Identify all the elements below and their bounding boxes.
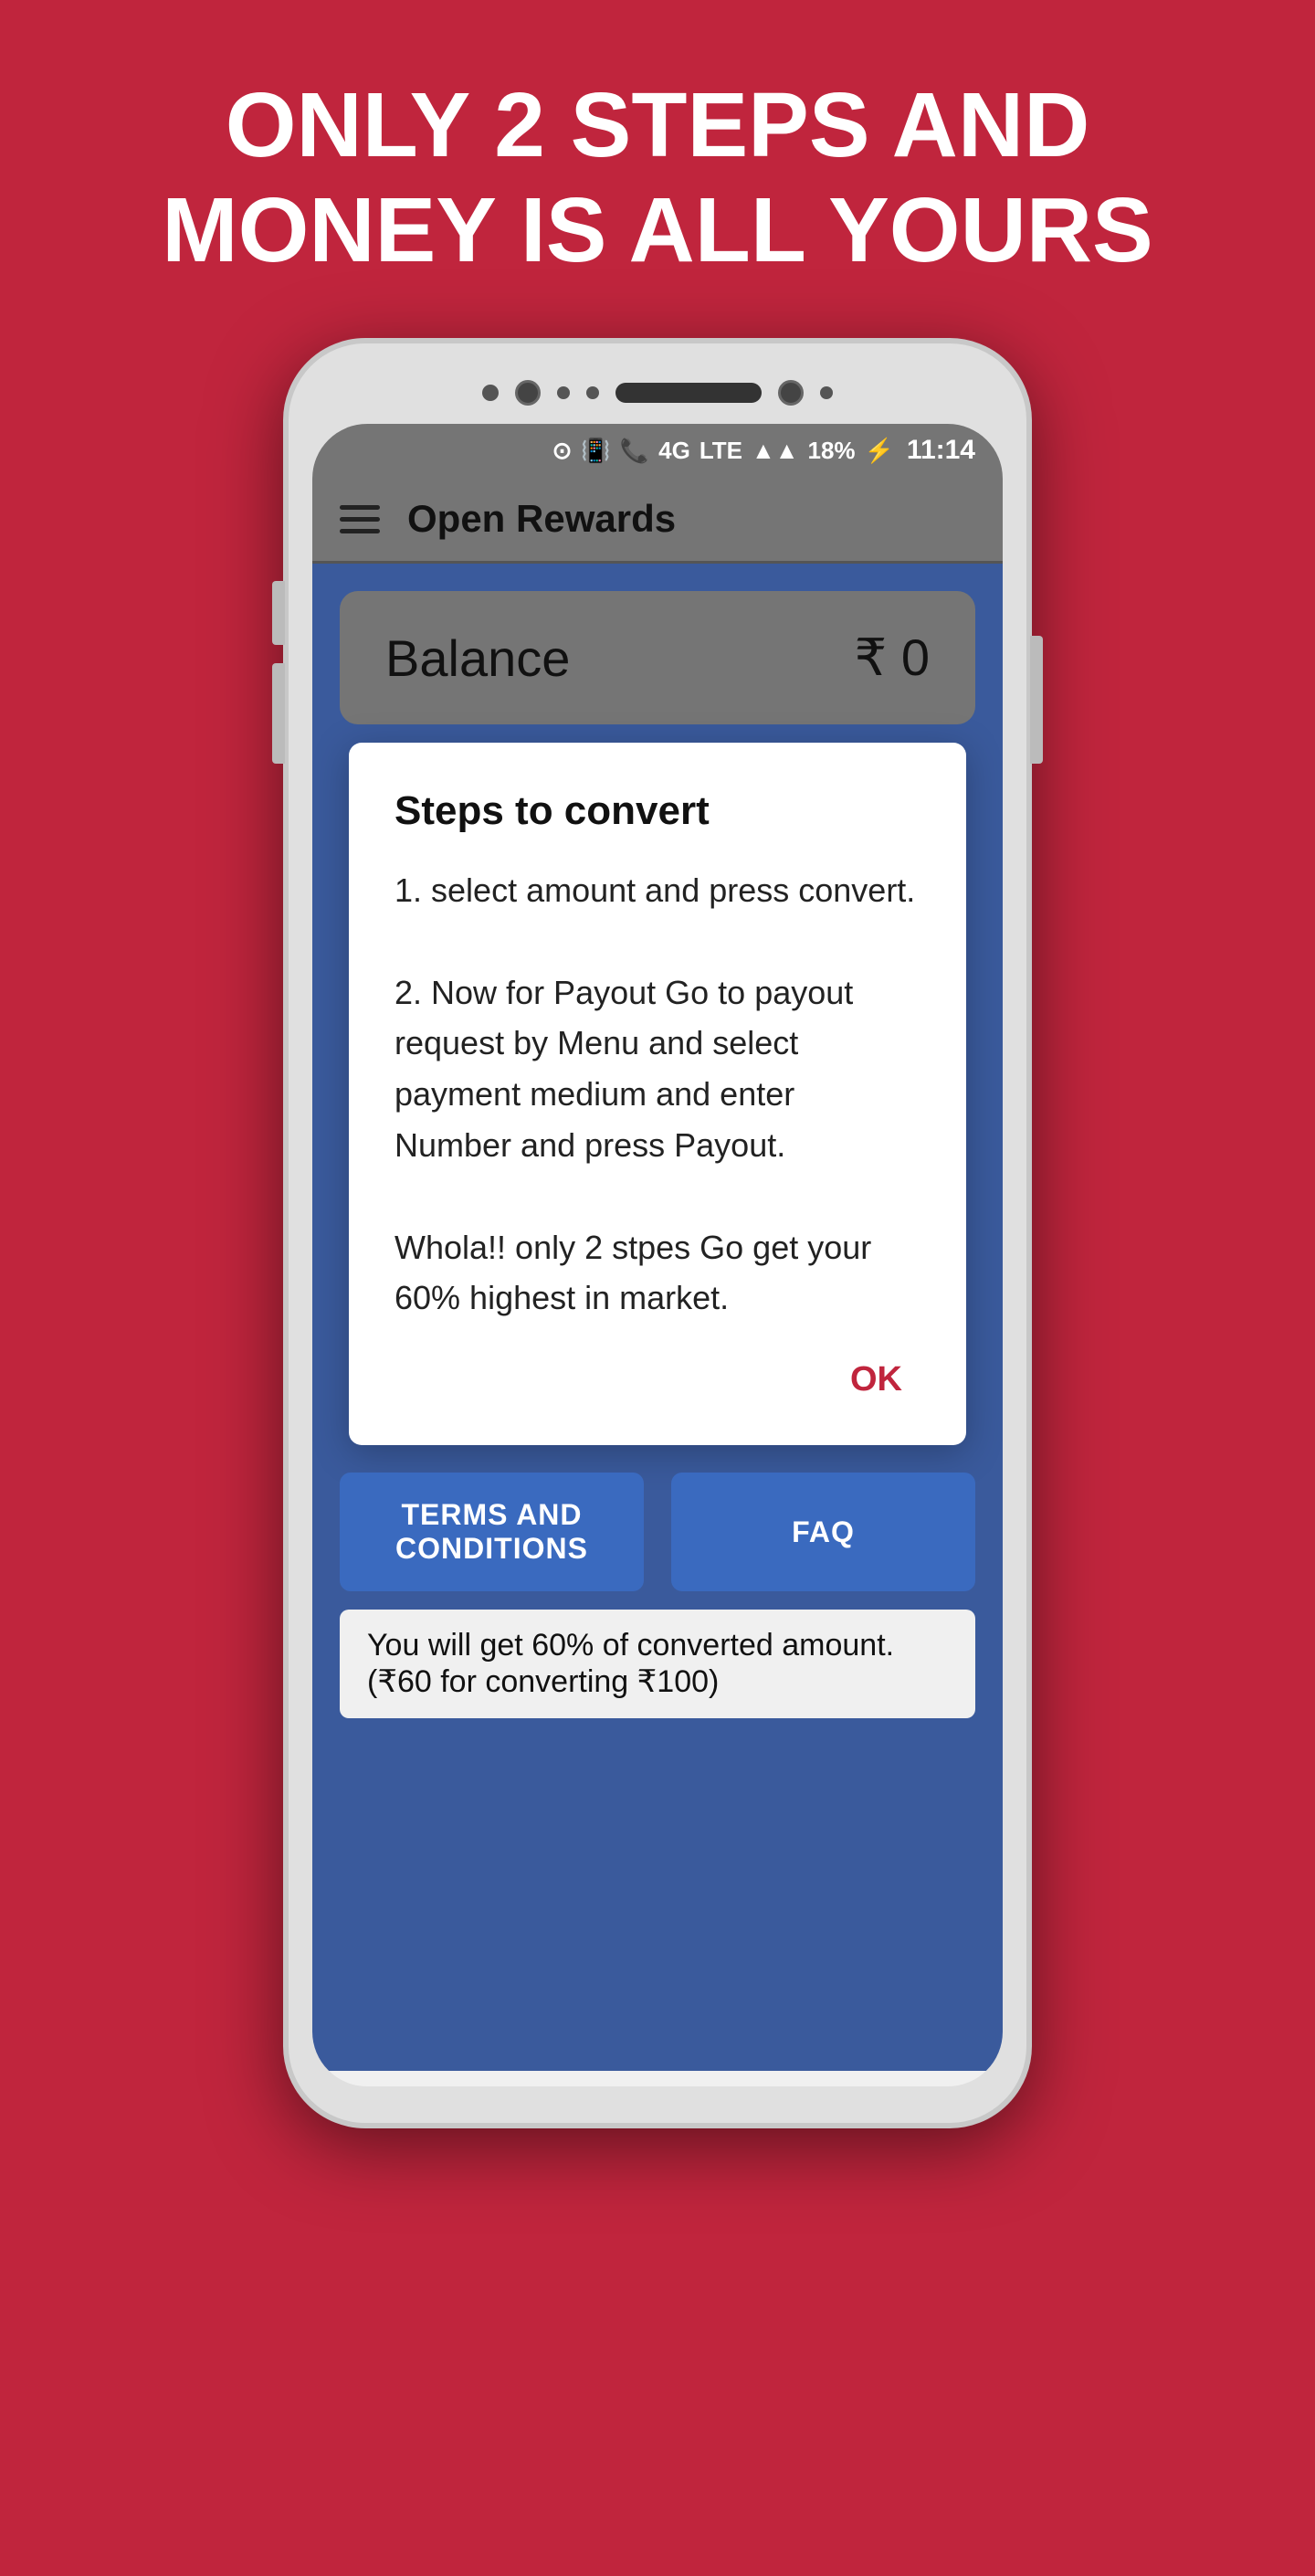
footer-note: You will get 60% of converted amount.(₹6… <box>340 1610 975 1718</box>
balance-card: Balance ₹ 0 <box>340 591 975 724</box>
bottom-buttons: TERMS AND CONDITIONS FAQ <box>340 1473 975 1591</box>
status-bar: ⊙ 📳 📞 4G LTE ▲▲ 18% ⚡ 11:14 <box>312 424 1003 477</box>
status-icons: ⊙ 📳 📞 4G LTE ▲▲ 18% ⚡ <box>552 437 894 465</box>
battery-percent: 18% <box>808 437 856 465</box>
hamburger-line-3 <box>340 529 380 533</box>
dialog-ok-button[interactable]: OK <box>832 1351 920 1409</box>
phone-side-left-buttons <box>272 581 285 764</box>
phone-side-right-button <box>1030 636 1043 764</box>
lte-icon: LTE <box>700 437 742 465</box>
phone-top-bar <box>312 371 1003 415</box>
dialog-ok-row: OK <box>394 1351 920 1409</box>
balance-label: Balance <box>385 628 570 688</box>
network-4g-icon: 4G <box>658 437 690 465</box>
sensor-dot-far <box>586 386 599 399</box>
call-icon: 📞 <box>620 437 649 465</box>
status-time: 11:14 <box>907 435 975 466</box>
dialog-step1: 1. select amount and press convert. <box>394 871 915 909</box>
volume-up-button[interactable] <box>272 581 285 645</box>
hamburger-menu-button[interactable] <box>340 505 380 533</box>
phone-speaker <box>615 383 762 403</box>
wifi-icon: ⊙ <box>552 437 573 465</box>
phone-shell: ⊙ 📳 📞 4G LTE ▲▲ 18% ⚡ 11:14 Op <box>283 338 1032 2128</box>
faq-button[interactable]: FAQ <box>671 1473 975 1591</box>
sensor-dot-right <box>557 386 570 399</box>
sensor-dot-left <box>482 385 499 401</box>
balance-amount: ₹ 0 <box>855 628 930 688</box>
dialog-step2: 2. Now for Payout Go to payout request b… <box>394 974 853 1164</box>
hamburger-line-2 <box>340 517 380 522</box>
front-camera <box>515 380 541 406</box>
vibrate-icon: 📳 <box>581 437 610 465</box>
steps-dialog: Steps to convert 1. select amount and pr… <box>349 743 966 1445</box>
battery-charging-icon: ⚡ <box>865 437 894 465</box>
volume-down-button[interactable] <box>272 663 285 764</box>
sensor-flash <box>820 386 833 399</box>
app-content: Balance ₹ 0 Steps to convert 1. select a… <box>312 564 1003 2071</box>
dialog-note: Whola!! only 2 stpes Go get your 60% hig… <box>394 1229 871 1317</box>
app-title: Open Rewards <box>407 497 676 541</box>
camera-front-main <box>778 380 804 406</box>
dialog-title: Steps to convert <box>394 788 920 834</box>
signal-icon: ▲▲ <box>752 437 798 465</box>
terms-and-conditions-button[interactable]: TERMS AND CONDITIONS <box>340 1473 644 1591</box>
hamburger-line-1 <box>340 505 380 510</box>
dialog-body: 1. select amount and press convert. 2. N… <box>394 865 920 1324</box>
phone-wrapper: ⊙ 📳 📞 4G LTE ▲▲ 18% ⚡ 11:14 Op <box>0 338 1315 2302</box>
power-button[interactable] <box>1030 636 1043 764</box>
phone-screen: ⊙ 📳 📞 4G LTE ▲▲ 18% ⚡ 11:14 Op <box>312 424 1003 2086</box>
hero-heading: ONLY 2 STEPS AND MONEY IS ALL YOURS <box>0 73 1315 283</box>
hero-text-section: ONLY 2 STEPS AND MONEY IS ALL YOURS <box>0 0 1315 338</box>
app-bar: Open Rewards <box>312 477 1003 564</box>
